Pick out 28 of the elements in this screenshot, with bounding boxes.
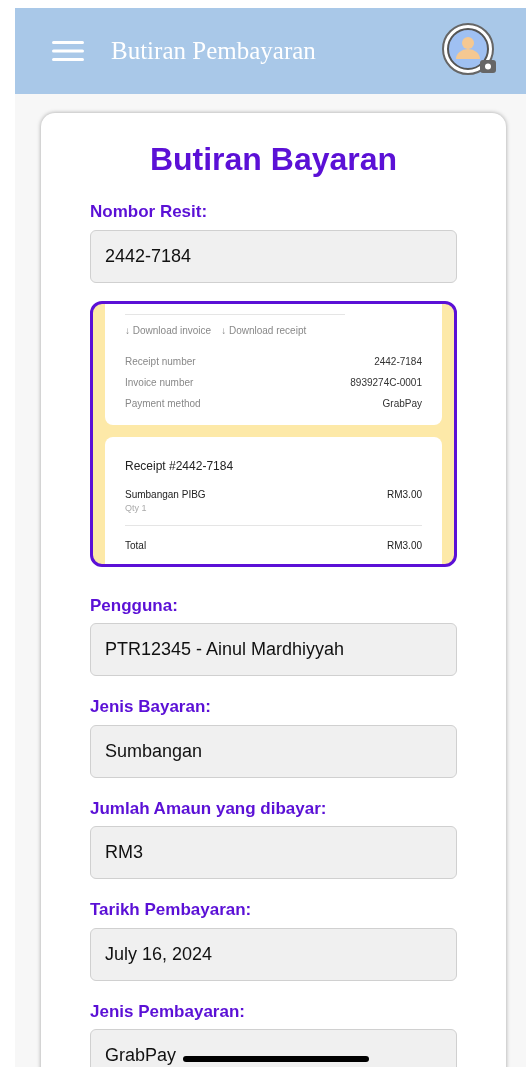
field-label: Jumlah Amaun yang dibayar: — [90, 797, 328, 820]
input-field[interactable]: 2442-7184 — [90, 229, 457, 283]
field-label: Pengguna: — [90, 594, 179, 617]
field-label: Jenis Bayaran: — [90, 696, 212, 718]
detail-value: GrabPay — [382, 396, 422, 411]
input-field[interactable]: July 16, 2024 — [90, 927, 457, 981]
header-title: Butiran Pembayaran — [111, 36, 317, 67]
field-label: Nombor Resit: — [90, 201, 209, 223]
detail-label: Invoice number — [125, 375, 194, 390]
total-label: Total — [125, 539, 147, 553]
input-field[interactable]: GrabPay — [90, 1029, 457, 1067]
detail-value: 8939274C-0001 — [350, 375, 422, 390]
field-label: Jenis Pembayaran: — [90, 1000, 246, 1023]
input-field[interactable]: PTR12345 - Ainul Mardhiyyah — [90, 623, 457, 676]
field-label: Tarikh Pembayaran: — [90, 899, 253, 921]
input-field[interactable]: RM3 — [90, 826, 457, 879]
download-link[interactable]: ↓ Download invoice — [125, 322, 212, 338]
item-name: Sumbangan PIBG — [125, 487, 206, 502]
item-quantity: Qty 1 — [125, 501, 148, 515]
total-amount: RM3.00 — [387, 539, 422, 553]
detail-label: Receipt number — [125, 354, 196, 369]
item-amount: RM3.00 — [387, 487, 422, 502]
download-link[interactable]: ↓ Download receipt — [221, 322, 307, 338]
input-field[interactable]: Sumbangan — [90, 724, 457, 778]
card-title: Butiran Bayaran — [148, 140, 399, 179]
receipt-title: Receipt #2442-7184 — [125, 457, 235, 475]
detail-value: 2442-7184 — [374, 354, 422, 369]
detail-label: Payment method — [125, 396, 201, 411]
